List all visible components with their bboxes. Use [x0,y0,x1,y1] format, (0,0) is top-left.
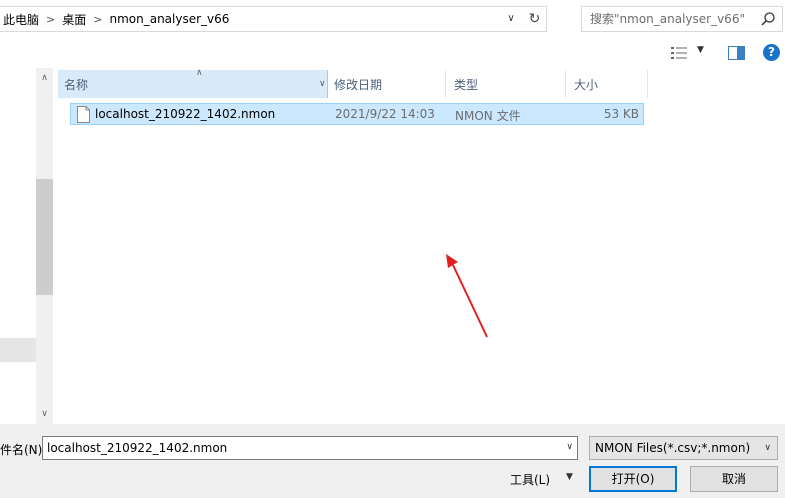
column-header-type[interactable]: 类型 [448,70,566,98]
column-label-size: 大小 [574,77,599,92]
file-modified: 2021/9/22 14:03 [335,107,435,121]
tools-menu[interactable]: 工具(L) [510,471,550,488]
filename-input[interactable] [43,437,553,459]
search-box[interactable] [581,6,783,32]
file-size: 53 KB [603,107,639,121]
file-type: NMON 文件 [455,109,521,123]
column-header-modified[interactable]: 修改日期 [328,70,446,98]
chevron-right-icon[interactable]: > [90,13,105,26]
help-icon[interactable]: ? [763,44,780,61]
scroll-up-icon[interactable]: ∧ [36,72,53,84]
chevron-down-icon[interactable]: ∨ [319,79,326,89]
filename-label: 件名(N): [0,443,47,457]
breadcrumb-current-folder[interactable]: nmon_analyser_v66 [105,12,233,26]
file-row[interactable]: localhost_210922_1402.nmon 2021/9/22 14:… [70,103,644,125]
scroll-thumb[interactable] [36,179,53,295]
file-name: localhost_210922_1402.nmon [95,107,276,121]
refresh-icon[interactable]: ↻ [524,10,544,28]
column-header-name[interactable]: ∧ 名称 ∨ [58,68,328,98]
file-icon [77,106,90,123]
open-button[interactable]: 打开(O) [589,466,677,492]
search-input[interactable] [582,7,752,31]
chevron-down-icon[interactable]: ∨ [566,442,573,452]
breadcrumb-desktop[interactable]: 桌面 [58,11,90,28]
column-label-name: 名称 [64,77,89,92]
caret-down-icon[interactable]: ▼ [697,45,704,55]
chevron-down-icon[interactable]: ∨ [504,12,518,26]
breadcrumb[interactable]: 此电脑 > 桌面 > nmon_analyser_v66 ∨ ↻ [0,6,547,32]
column-label-type: 类型 [454,77,479,92]
chevron-right-icon[interactable]: > [43,13,58,26]
nav-selected-item[interactable] [0,338,36,362]
dialog-footer: 件名(N): ∨ NMON Files(*.csv;*.nmon) ∨ 工具(L… [0,424,785,498]
file-list[interactable]: ∧ 名称 ∨ 修改日期 类型 大小 localhost_210922_1402.… [56,68,785,424]
caret-down-icon[interactable]: ▼ [566,472,573,482]
toolbar: ▼ ? [0,38,785,68]
chevron-down-icon[interactable]: ∨ [764,437,771,459]
address-bar: 此电脑 > 桌面 > nmon_analyser_v66 ∨ ↻ [0,0,785,38]
scroll-down-icon[interactable]: ∨ [36,408,53,420]
preview-pane-icon[interactable] [728,46,745,60]
filename-combobox[interactable]: ∨ [42,436,578,460]
view-options-icon[interactable] [671,46,687,60]
cancel-button[interactable]: 取消 [690,466,778,492]
nav-scrollbar[interactable]: ∧ ∨ [36,68,53,424]
breadcrumb-this-pc[interactable]: 此电脑 [0,11,43,28]
file-type-filter[interactable]: NMON Files(*.csv;*.nmon) ∨ [589,436,778,460]
sort-ascending-icon: ∧ [196,68,203,78]
search-icon[interactable] [760,11,776,27]
column-label-modified: 修改日期 [334,77,383,92]
filter-value: NMON Files(*.csv;*.nmon) [595,441,751,455]
red-arrow-annotation [446,254,488,338]
column-header-size[interactable]: 大小 [568,70,648,98]
